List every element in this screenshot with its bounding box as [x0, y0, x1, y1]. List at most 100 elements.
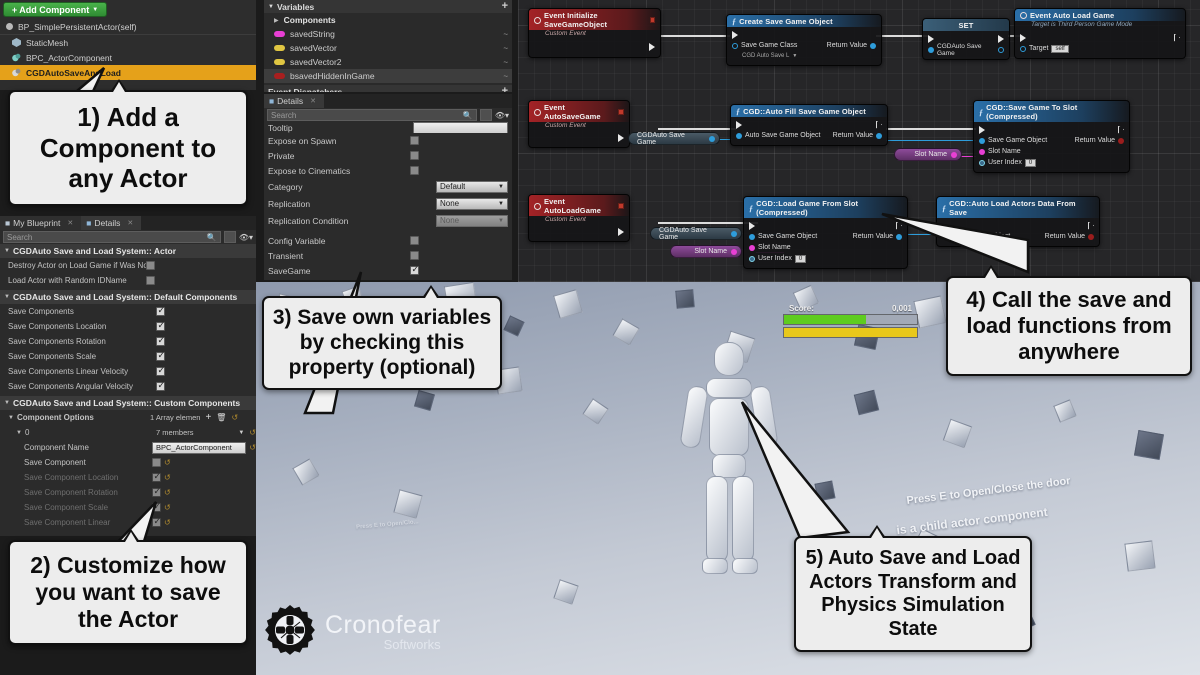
event-dispatchers-header[interactable]: Event Dispatchers + — [264, 85, 512, 92]
pill-cgdauto-save-game-load[interactable]: CGDAuto Save Game — [650, 227, 742, 241]
exec-in-pin[interactable] — [736, 120, 742, 129]
component-item-bpc-actorcomponent[interactable]: BPC_ActorComponent — [0, 50, 256, 65]
row-component-name[interactable]: Component Name BPC_ActorComponent ↺ — [0, 440, 256, 455]
exec-out-pin[interactable] — [876, 120, 882, 129]
add-component-button[interactable]: + Add Component ▼ — [3, 2, 107, 17]
checkbox[interactable] — [156, 350, 165, 361]
checkbox[interactable] — [152, 486, 161, 497]
exec-out-pin[interactable] — [1088, 221, 1094, 230]
user-index-pin[interactable] — [979, 159, 985, 166]
detail-row-expose-to-cinematics[interactable]: Expose to Cinematics — [264, 163, 512, 178]
replication-dropdown[interactable]: None ▼ — [436, 197, 508, 210]
user-index-pin[interactable] — [749, 255, 755, 262]
checkbox[interactable] — [152, 458, 161, 467]
blueprint-graph[interactable]: Event Initialize SaveGameObject Custom E… — [518, 0, 1200, 282]
grid-view-icon[interactable] — [479, 109, 492, 121]
variables-header[interactable]: ▼ Variables + — [264, 0, 512, 13]
node-auto-fill-save-game-object[interactable]: ƒ CGD::Auto Fill Save Game Object Auto S… — [730, 104, 888, 146]
pill-out-pin[interactable] — [731, 230, 737, 237]
checkbox[interactable] — [152, 471, 161, 482]
target-value[interactable]: self — [1051, 44, 1069, 53]
detail-row-replication[interactable]: Replication None ▼ — [264, 195, 512, 212]
grid-view-icon[interactable] — [223, 231, 236, 243]
search-input[interactable]: Search 🔍 — [3, 231, 221, 243]
variable-row-savedvector[interactable]: savedVector ~ — [264, 41, 512, 55]
section-header-custom-components[interactable]: ▼ CGDAuto Save and Load System:: Custom … — [0, 396, 256, 410]
eye-icon[interactable]: ~ — [503, 44, 512, 53]
node-event-autoloadgame[interactable]: Event AutoLoadGame Custom Event — [528, 194, 630, 242]
exec-out-pin[interactable] — [618, 134, 624, 142]
row-array-element-0[interactable]: ▼ 0 7 members ▼ ↺ — [0, 425, 256, 440]
tooltip-field[interactable] — [413, 122, 508, 133]
delegate-pin[interactable] — [618, 203, 624, 209]
row-load-actor-random-idname[interactable]: Load Actor with Random IDName — [0, 273, 256, 288]
close-icon[interactable]: ✕ — [310, 97, 316, 105]
exec-out-pin[interactable] — [1174, 33, 1180, 42]
exec-out-pin[interactable] — [998, 34, 1004, 43]
return-value-pin[interactable] — [876, 132, 882, 139]
checkbox[interactable] — [156, 305, 165, 316]
row-destroy-actor-on-load[interactable]: Destroy Actor on Load Game if Was Not Sa — [0, 258, 256, 273]
row-component-options[interactable]: ▼ Component Options 1 Array elemen + 🗑 ↺ — [0, 410, 256, 425]
detail-row-advanced-display[interactable]: Advanced Display — [264, 278, 512, 280]
delegate-pin[interactable] — [649, 17, 655, 23]
node-event-initialize-savegameobject[interactable]: Event Initialize SaveGameObject Custom E… — [528, 8, 661, 58]
row-save-components-location[interactable]: Save Components Location — [0, 319, 256, 334]
detail-row-savegame[interactable]: SaveGame — [264, 263, 512, 278]
checkbox[interactable] — [156, 380, 165, 391]
checkbox[interactable] — [156, 320, 165, 331]
value-out-pin[interactable] — [998, 46, 1004, 53]
checkbox[interactable] — [156, 365, 165, 376]
detail-row-expose-on-spawn[interactable]: Expose on Spawn — [264, 133, 512, 148]
replication-condition-dropdown[interactable]: None ▼ — [436, 214, 508, 227]
pill-slot-name-save[interactable]: Slot Name — [894, 148, 962, 161]
search-input[interactable]: Search 🔍 — [267, 109, 477, 121]
tab-actor-details[interactable]: ■ Details ✕ — [81, 216, 142, 230]
node-set-cgdauto-save-game[interactable]: SET CGDAuto Save Game — [922, 18, 1010, 60]
return-value-pin[interactable] — [870, 42, 876, 49]
exec-in-pin[interactable] — [749, 221, 755, 230]
eye-icon[interactable]: 👁▾ — [495, 111, 509, 120]
row-save-components-linear-velocity[interactable]: Save Components Linear Velocity — [0, 364, 256, 379]
savegame-checkbox[interactable] — [410, 264, 419, 275]
pill-out-pin[interactable] — [951, 151, 957, 158]
exec-in-pin[interactable] — [1020, 33, 1026, 42]
row-save-component[interactable]: Save Component ↺ — [0, 455, 256, 470]
pill-slot-name-load[interactable]: Slot Name — [670, 245, 742, 258]
tab-details[interactable]: ■ Details ✕ — [264, 94, 324, 108]
exec-in-pin[interactable] — [928, 34, 934, 43]
user-index-value[interactable]: 0 — [1024, 158, 1037, 167]
row-save-component-location[interactable]: Save Component Location ↺ — [0, 470, 256, 485]
eye-icon[interactable]: ~ — [503, 30, 512, 39]
add-variable-icon[interactable]: + — [502, 1, 508, 12]
pill-cgdauto-save-game[interactable]: CGDAuto Save Game — [628, 132, 720, 146]
checkbox[interactable] — [156, 335, 165, 346]
class-in-pin[interactable] — [732, 42, 738, 49]
exec-in-pin[interactable] — [979, 125, 985, 134]
eye-icon[interactable]: 👁▾ — [239, 233, 253, 242]
save-game-object-pin[interactable] — [749, 233, 755, 240]
checkbox[interactable] — [410, 236, 419, 245]
variable-row-savedvector2[interactable]: savedVector2 ~ — [264, 55, 512, 69]
node-event-auto-load-game[interactable]: Event Auto Load Game Target is Third Per… — [1014, 8, 1186, 59]
delegate-pin[interactable] — [618, 109, 624, 115]
pill-out-pin[interactable] — [731, 248, 737, 255]
variable-row-bsavedhiddeningame[interactable]: bsavedHiddenInGame ~ — [264, 69, 512, 83]
detail-row-transient[interactable]: Transient — [264, 248, 512, 263]
checkbox[interactable] — [410, 166, 419, 175]
tab-my-blueprint[interactable]: ■ My Blueprint ✕ — [0, 216, 82, 230]
reset-icon[interactable]: ↺ — [249, 428, 256, 437]
reset-icon[interactable]: ↺ — [164, 488, 171, 497]
slot-name-pin[interactable] — [749, 244, 755, 251]
exec-in-pin[interactable] — [732, 30, 738, 39]
component-item-staticmesh[interactable]: StaticMesh — [0, 35, 256, 50]
component-name-field[interactable]: BPC_ActorComponent — [152, 441, 247, 454]
section-header-actor[interactable]: ▼ CGDAuto Save and Load System:: Actor — [0, 244, 256, 258]
return-value-pin[interactable] — [1118, 137, 1124, 144]
reset-icon[interactable]: ↺ — [164, 458, 171, 467]
section-header-default-components[interactable]: ▼ CGDAuto Save and Load System:: Default… — [0, 290, 256, 304]
close-icon[interactable]: ✕ — [67, 219, 73, 227]
exec-out-pin[interactable] — [1118, 125, 1124, 134]
category-dropdown[interactable]: Default ▼ — [436, 180, 508, 193]
checkbox[interactable] — [410, 251, 419, 260]
